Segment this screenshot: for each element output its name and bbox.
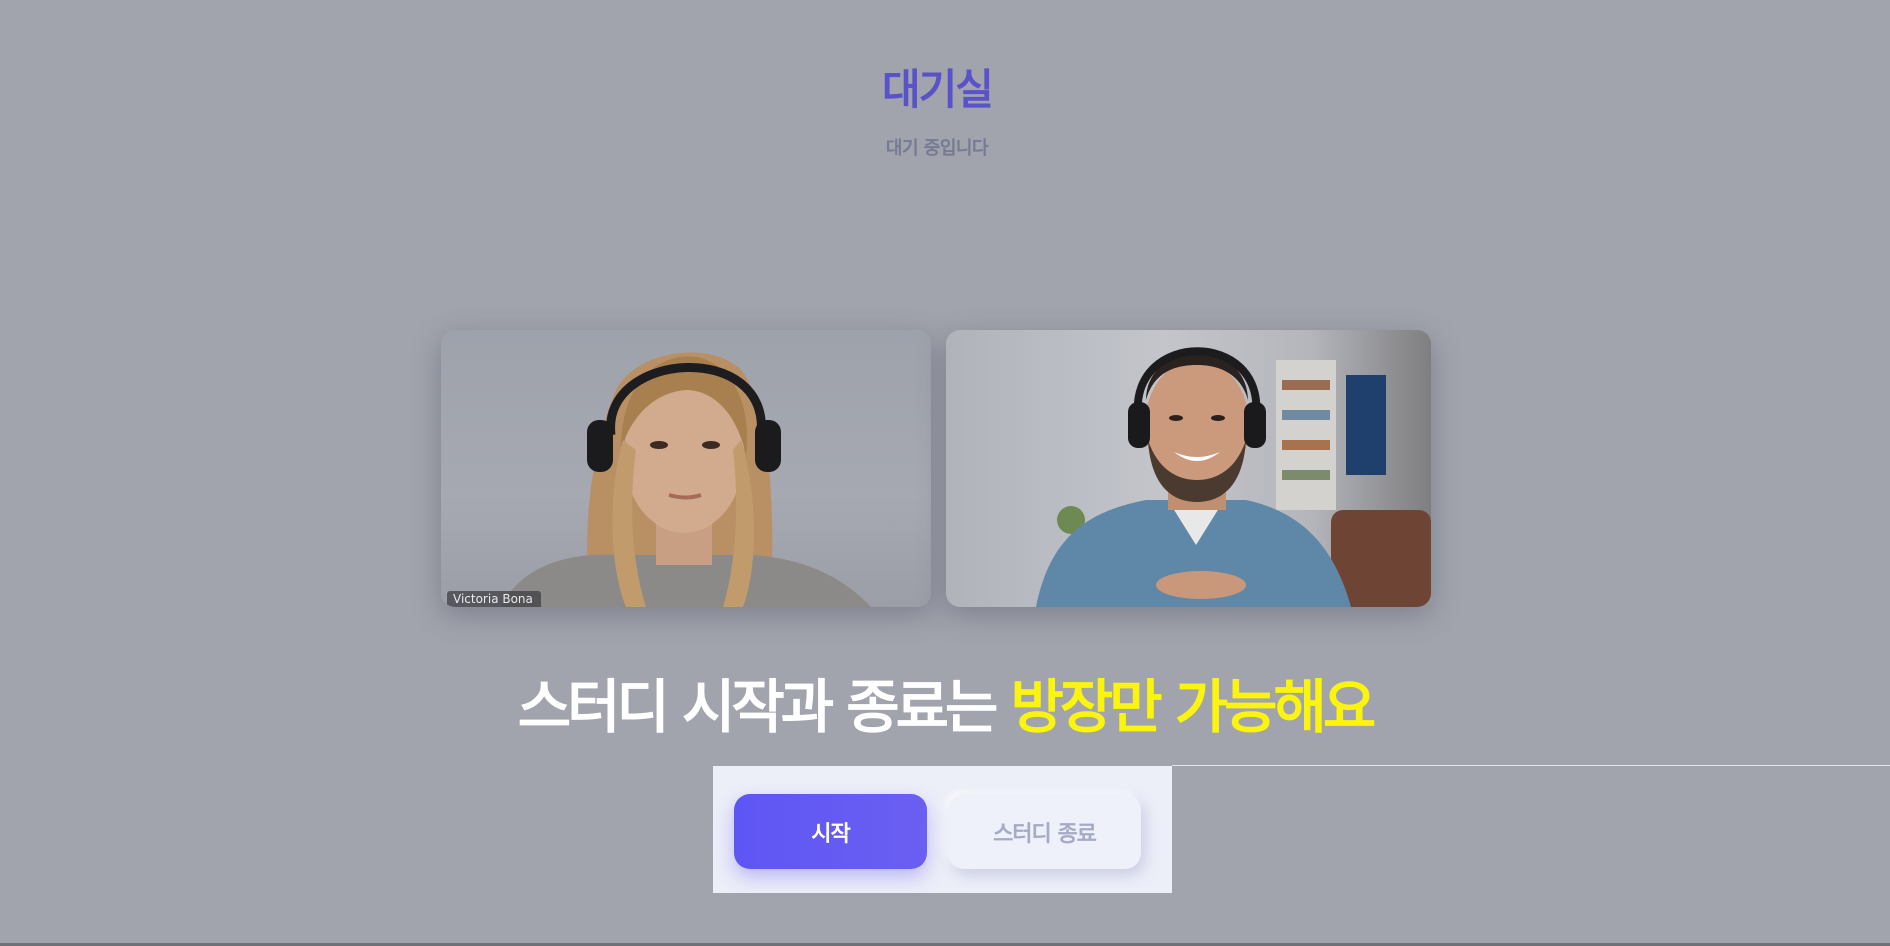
participant-1-name: Victoria Bona — [453, 592, 533, 606]
video-tile-participant-2[interactable] — [946, 330, 1431, 607]
participant-name-tag: Victoria Bona — [447, 591, 541, 607]
participant-1-video-feed — [501, 352, 871, 607]
start-button[interactable]: 시작 — [734, 794, 927, 869]
end-study-button[interactable]: 스터디 종료 — [948, 794, 1141, 869]
video-tile-participant-1[interactable]: Victoria Bona — [441, 330, 931, 607]
divider-line — [1172, 765, 1890, 766]
action-button-panel: 시작 스터디 종료 — [713, 766, 1172, 893]
notice-text: 스터디 시작과 종료는 — [517, 673, 1011, 741]
page-title: 대기실 — [882, 65, 994, 114]
waiting-room-header: 대기실 대기 중입니다 — [0, 62, 1874, 160]
video-grid: Victoria Bona — [441, 330, 1431, 608]
host-only-notice: 스터디 시작과 종료는 방장만 가능해요 — [0, 668, 1890, 746]
participant-2-video-feed — [1036, 347, 1431, 607]
notice-highlight: 방장만 가능해요 — [1010, 673, 1377, 741]
page-subtitle: 대기 중입니다 — [885, 138, 989, 159]
